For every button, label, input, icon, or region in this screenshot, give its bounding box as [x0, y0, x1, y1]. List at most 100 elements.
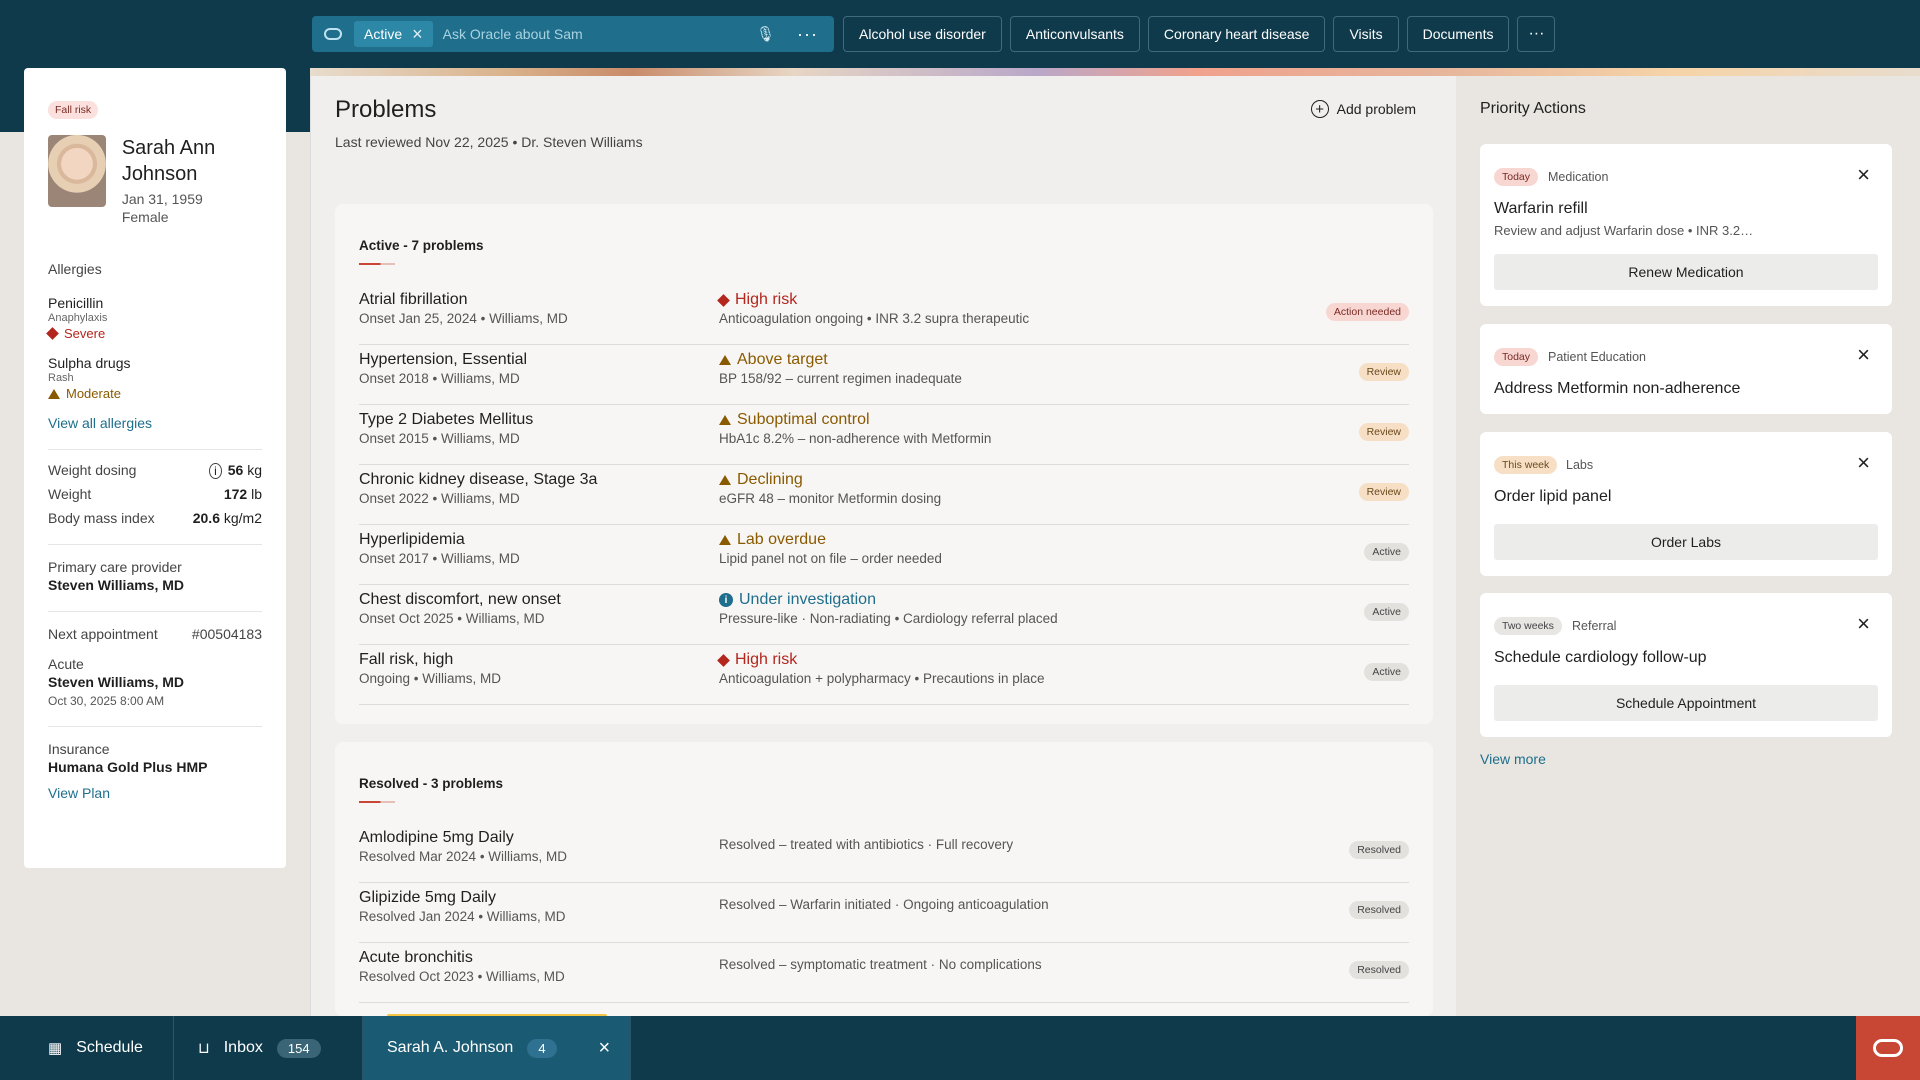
problem-meta: Onset 2017 • Williams, MD	[359, 551, 520, 566]
patient-sex: Female	[121, 209, 169, 225]
action-category: Referral	[1572, 619, 1617, 633]
status-badge: Action needed	[1325, 303, 1409, 321]
section-accent	[359, 801, 395, 803]
action-title: Schedule cardiology follow-up	[1494, 649, 1707, 666]
status-badge: Review	[1358, 363, 1409, 381]
problem-name: Chest discomfort, new onset	[359, 591, 561, 608]
due-badge: Two weeks	[1494, 617, 1562, 635]
problem-detail: BP 158/92 – current regimen inadequate	[719, 371, 962, 386]
problem-status: i Under investigation	[719, 591, 876, 609]
view-more-link[interactable]: View more	[1480, 751, 1546, 767]
add-problem-label: Add problem	[1336, 101, 1416, 117]
problem-status: High risk	[717, 291, 797, 309]
resolved-row[interactable]: Glipizide 5mg Daily Resolved Jan 2024 • …	[359, 883, 1409, 943]
divider	[48, 611, 262, 612]
schedule-tab[interactable]: ▦ Schedule	[0, 1016, 174, 1080]
problem-row[interactable]: Hypertension, Essential Onset 2018 • Wil…	[359, 345, 1409, 405]
priority-actions-panel: Priority Actions Today Medication × Warf…	[1456, 76, 1920, 1016]
status-badge: Active	[1364, 543, 1409, 561]
due-badge: Today	[1494, 348, 1539, 366]
resolved-row[interactable]: Amlodipine 5mg Daily Resolved Mar 2024 •…	[359, 823, 1409, 883]
active-chip-label: Active	[364, 26, 403, 42]
close-icon[interactable]: ×	[1857, 613, 1870, 635]
microphone-icon[interactable]: 🎙	[756, 25, 775, 43]
ask-oracle-input[interactable]: Ask Oracle about Sam	[443, 26, 756, 42]
pcp-label: Primary care provider	[48, 559, 182, 575]
patient-tab-label: Sarah A. Johnson	[387, 1039, 514, 1056]
oracle-assistant-button[interactable]	[1856, 1016, 1920, 1080]
weight-dosing-label: Weight dosing	[48, 462, 137, 478]
page-title: Problems	[335, 96, 437, 123]
problem-row[interactable]: Atrial fibrillation Onset Jan 25, 2024 •…	[359, 285, 1409, 345]
weight-row: Weight 172 lb	[48, 486, 262, 502]
status-badge: Resolved	[1349, 961, 1409, 979]
problem-name: Atrial fibrillation	[359, 291, 468, 308]
problem-meta: Onset 2015 • Williams, MD	[359, 431, 520, 446]
patient-tab[interactable]: Sarah A. Johnson 4 ×	[363, 1016, 631, 1080]
bottom-taskbar: ▦ Schedule ⊔ Inbox 154 Sarah A. Johnson …	[0, 1016, 1920, 1080]
problem-row[interactable]: Hyperlipidemia Onset 2017 • Williams, MD…	[359, 525, 1409, 585]
pcp-value: Steven Williams, MD	[48, 577, 185, 593]
problem-detail: Pressure-like · Non-radiating • Cardiolo…	[719, 611, 1058, 626]
next-appointment-row: Next appointment #00504183	[48, 626, 262, 642]
action-card: Today Medication × Warfarin refill Revie…	[1480, 144, 1892, 306]
tab-coronary-heart-disease[interactable]: Coronary heart disease	[1147, 16, 1326, 52]
problems-main: Problems Last reviewed Nov 22, 2025 • Dr…	[310, 76, 1456, 1016]
allergy-item: Sulpha drugs Rash Moderate	[48, 355, 262, 401]
close-icon[interactable]: ×	[1857, 164, 1870, 186]
inbox-tab[interactable]: ⊔ Inbox 154	[174, 1016, 363, 1080]
due-badge: Today	[1494, 168, 1539, 186]
status-badge: Active	[1364, 603, 1409, 621]
ask-oracle-bar[interactable]: Active × Ask Oracle about Sam 🎙 ···	[312, 16, 834, 52]
avatar	[48, 135, 106, 207]
due-badge: This week	[1494, 456, 1558, 474]
allergy-name: Penicillin	[48, 295, 104, 311]
more-options-icon[interactable]: ···	[797, 24, 818, 45]
problem-row[interactable]: Chest discomfort, new onset Onset Oct 20…	[359, 585, 1409, 645]
tab-visits[interactable]: Visits	[1333, 16, 1399, 52]
close-icon[interactable]: ×	[1857, 452, 1870, 474]
problem-detail: Lipid panel not on file – order needed	[719, 551, 942, 566]
high-risk-icon	[717, 293, 730, 307]
problem-meta: Onset 2018 • Williams, MD	[359, 371, 520, 386]
inbox-label: Inbox	[223, 1039, 263, 1056]
problem-row[interactable]: Fall risk, high Ongoing • Williams, MD H…	[359, 645, 1409, 705]
status-badge: Review	[1358, 423, 1409, 441]
active-problems-panel: Active - 7 problems Atrial fibrillation …	[335, 204, 1433, 724]
problem-detail: Anticoagulation + polypharmacy • Precaut…	[719, 671, 1045, 686]
severity-moderate: Moderate	[48, 386, 262, 401]
priority-actions-title: Priority Actions	[1480, 100, 1586, 117]
problem-row[interactable]: Type 2 Diabetes Mellitus Onset 2015 • Wi…	[359, 405, 1409, 465]
tab-alcohol-use-disorder[interactable]: Alcohol use disorder	[843, 16, 1002, 52]
renew-medication-button[interactable]: Renew Medication	[1494, 254, 1878, 290]
problem-meta: Onset Oct 2025 • Williams, MD	[359, 611, 545, 626]
problem-meta: Resolved Oct 2023 • Williams, MD	[359, 969, 565, 984]
problem-detail: HbA1c 8.2% – non-adherence with Metformi…	[719, 431, 992, 446]
tab-documents[interactable]: Documents	[1406, 16, 1510, 52]
plus-icon: +	[1310, 100, 1329, 118]
resolved-problems-title: Resolved - 3 problems	[359, 776, 504, 791]
problem-name: Type 2 Diabetes Mellitus	[359, 411, 534, 428]
warning-icon	[719, 415, 731, 425]
action-card: This week Labs × Order lipid panel Order…	[1480, 432, 1892, 576]
order-labs-button[interactable]: Order Labs	[1494, 524, 1878, 560]
info-icon[interactable]: i	[209, 463, 222, 479]
section-accent	[359, 263, 395, 265]
more-tabs-button[interactable]: ···	[1517, 16, 1556, 52]
high-risk-icon	[717, 653, 730, 667]
schedule-appointment-button[interactable]: Schedule Appointment	[1494, 685, 1878, 721]
view-all-allergies-link[interactable]: View all allergies	[48, 415, 262, 431]
problem-meta: Onset 2022 • Williams, MD	[359, 491, 520, 506]
add-problem-button[interactable]: + Add problem	[1310, 100, 1416, 118]
tab-anticonvulsants[interactable]: Anticonvulsants	[1009, 16, 1140, 52]
close-icon[interactable]: ×	[412, 25, 423, 43]
problem-row[interactable]: Chronic kidney disease, Stage 3a Onset 2…	[359, 465, 1409, 525]
allergy-reaction: Anaphylaxis	[48, 312, 108, 324]
view-plan-link[interactable]: View Plan	[48, 785, 262, 801]
active-filter-chip[interactable]: Active ×	[354, 21, 433, 47]
close-icon[interactable]: ×	[1857, 344, 1870, 366]
allergy-item: Penicillin Anaphylaxis Severe	[46, 295, 262, 341]
close-icon[interactable]: ×	[599, 1037, 611, 1060]
resolved-row[interactable]: Acute bronchitis Resolved Oct 2023 • Wil…	[359, 943, 1409, 1003]
calendar-icon: ▦	[48, 1040, 63, 1057]
